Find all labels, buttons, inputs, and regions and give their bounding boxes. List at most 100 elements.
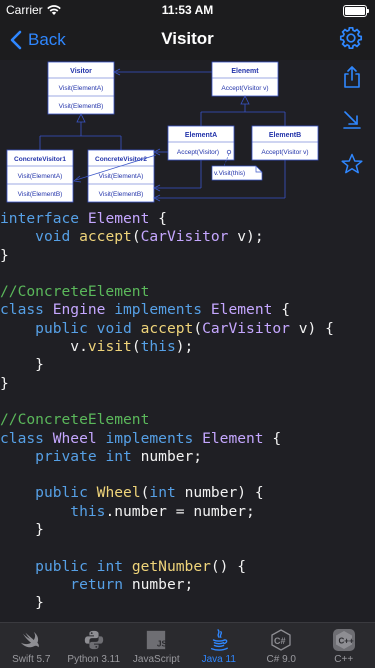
code-line: class Engine implements Element { <box>0 301 330 319</box>
code-token <box>0 503 70 520</box>
code-token: ); <box>176 338 194 355</box>
code-line: public void accept(CarVisitor v) { <box>0 320 330 338</box>
uml-class-concrete-visitor2: ConcreteVisitor2 Visit(ElementA) Visit(E… <box>88 150 154 202</box>
code-line: class Wheel implements Element { <box>0 430 330 448</box>
csharp-icon: C# <box>269 628 293 652</box>
code-token: void <box>35 228 79 245</box>
elementa-method: Accept(Visitor) <box>177 149 219 156</box>
code-line: //ConcreteElement <box>0 283 330 301</box>
tab-label: Python 3.11 <box>67 654 120 665</box>
code-token: class <box>0 430 53 447</box>
visitor-method: Visit(ElementA) <box>59 85 104 92</box>
code-token <box>0 320 35 337</box>
code-token: Element <box>88 210 150 227</box>
code-token <box>0 558 35 575</box>
code-token: public <box>35 484 97 501</box>
code-token <box>0 576 70 593</box>
code-token: v); <box>228 228 263 245</box>
code-line: return number; <box>0 576 330 594</box>
tab-java[interactable]: Java 11 <box>188 623 251 668</box>
code-token: class <box>0 301 53 318</box>
code-token: visit <box>88 338 132 355</box>
code-view[interactable]: interface Element { void accept(CarVisit… <box>0 210 330 613</box>
page-title: Visitor <box>0 29 375 49</box>
svg-text:C++: C++ <box>338 637 353 646</box>
status-time: 11:53 AM <box>0 3 375 17</box>
concrete-visitor1-method: Visit(ElementB) <box>18 191 63 198</box>
code-token: public int <box>35 558 132 575</box>
code-token: } <box>0 375 9 392</box>
side-toolbar <box>330 60 375 220</box>
code-token: this <box>70 503 105 520</box>
code-token <box>0 228 35 245</box>
code-token: } <box>0 356 44 373</box>
javascript-icon: JS <box>145 629 167 651</box>
uml-class-element: Elenemt Accept(Visitor v) <box>212 62 278 96</box>
code-line <box>0 265 330 283</box>
code-line: public int getNumber() { <box>0 558 330 576</box>
tab-javascript[interactable]: JS JavaScript <box>125 623 188 668</box>
concrete-visitor1-method: Visit(ElementA) <box>18 173 63 180</box>
navigation-bar: Back Visitor <box>0 20 375 60</box>
code-token: number) { <box>185 484 264 501</box>
tab-cpp[interactable]: C++ C++ <box>313 623 375 668</box>
code-token: } <box>0 594 44 611</box>
element-title: Elenemt <box>231 68 259 75</box>
code-token: //ConcreteElement <box>0 283 149 300</box>
code-token: number; <box>132 576 194 593</box>
python-icon <box>83 629 105 651</box>
tab-label: Swift 5.7 <box>12 654 50 665</box>
star-icon[interactable] <box>340 152 364 176</box>
code-token: Engine <box>53 301 115 318</box>
code-token: Element <box>202 430 264 447</box>
code-line: } <box>0 521 330 539</box>
svg-text:C#: C# <box>274 636 286 646</box>
code-token: Wheel <box>53 430 106 447</box>
tab-swift[interactable]: Swift 5.7 <box>0 623 63 668</box>
code-token: { <box>264 430 282 447</box>
code-token: accept <box>141 320 194 337</box>
tab-label: C# 9.0 <box>267 654 296 665</box>
code-token: CarVisitor <box>202 320 290 337</box>
code-token: return <box>70 576 132 593</box>
share-icon[interactable] <box>340 65 364 89</box>
content-area[interactable]: Visitor Visit(ElementA) Visit(ElementB) … <box>0 60 375 622</box>
code-line: } <box>0 375 330 393</box>
code-token: ( <box>132 338 141 355</box>
code-token: number; <box>141 448 203 465</box>
uml-diagram: Visitor Visit(ElementA) Visit(ElementB) … <box>0 60 330 210</box>
tab-bar: Swift 5.7 Python 3.11 JS JavaScript <box>0 622 375 668</box>
code-token <box>0 448 35 465</box>
gear-icon[interactable] <box>339 26 363 50</box>
code-line <box>0 393 330 411</box>
code-token: } <box>0 521 44 538</box>
concrete-visitor2-method: Visit(ElementB) <box>99 191 144 198</box>
battery-icon <box>343 5 367 17</box>
code-token: private int <box>35 448 140 465</box>
visitor-title: Visitor <box>70 68 92 75</box>
tab-label: Java 11 <box>202 654 236 665</box>
code-token: getNumber <box>132 558 211 575</box>
concrete-visitor2-method: Visit(ElementA) <box>99 173 144 180</box>
uml-class-elementb: ElementB Accept(Visitor v) <box>252 126 318 160</box>
code-token: accept <box>79 228 132 245</box>
code-token: { <box>149 210 167 227</box>
code-token: CarVisitor <box>141 228 229 245</box>
code-line: //ConcreteElement <box>0 411 330 429</box>
code-line: private int number; <box>0 448 330 466</box>
java-icon <box>208 628 230 652</box>
swift-icon <box>20 630 42 650</box>
collapse-icon[interactable] <box>340 108 364 132</box>
elementa-title: ElementA <box>185 132 217 139</box>
uml-class-concrete-visitor1: ConcreteVisitor1 Visit(ElementA) Visit(E… <box>7 150 73 202</box>
code-token: interface <box>0 210 88 227</box>
tab-csharp[interactable]: C# C# 9.0 <box>250 623 313 668</box>
elementb-method: Accept(Visitor v) <box>261 149 308 156</box>
tab-label: C++ <box>334 654 353 665</box>
concrete-visitor2-title: ConcreteVisitor2 <box>95 156 147 163</box>
tab-python[interactable]: Python 3.11 <box>63 623 126 668</box>
uml-class-elementa: ElementA Accept(Visitor) <box>168 126 234 160</box>
element-method: Accept(Visitor v) <box>221 85 268 92</box>
code-token: () { <box>211 558 246 575</box>
code-line: } <box>0 594 330 612</box>
